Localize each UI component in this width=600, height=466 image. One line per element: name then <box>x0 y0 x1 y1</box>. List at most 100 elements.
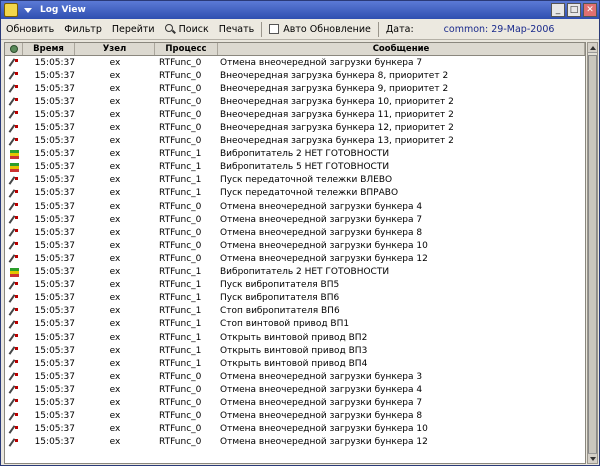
table-row[interactable]: 15:05:37 ex RTFunc_0 Внеочередная загрузка … <box>5 135 585 148</box>
app-icon[interactable] <box>4 3 18 17</box>
message-cell: Отмена внеочередной загрузки бункера 3 <box>220 371 423 382</box>
table-row[interactable]: 15:05:37 ex RTFunc_1 Вибропитатель 2 НЕТ ГО… <box>5 266 585 279</box>
message-cell: Отмена внеочередной загрузки бункера 7 <box>220 397 423 408</box>
table-row[interactable]: 15:05:37 ex RTFunc_0 Внеочередная загрузка … <box>5 82 585 95</box>
print-button[interactable]: Печать <box>214 20 260 39</box>
table-row[interactable]: 15:05:37 ex RTFunc_1 Пуск вибропитателя ВП5 <box>5 279 585 292</box>
node-cell: ex <box>109 280 121 291</box>
table-row[interactable]: 15:05:37 ex RTFunc_1 Стоп вибропитателя ВП6 <box>5 305 585 318</box>
table-row[interactable]: 15:05:37 ex RTFunc_0 Внеочередная загрузка … <box>5 121 585 134</box>
table-row[interactable]: 15:05:37 ex RTFunc_1 Стоп винтовой привод В… <box>5 318 585 331</box>
window-menu-arrow-icon[interactable] <box>24 7 32 13</box>
table-row[interactable]: 15:05:37 ex RTFunc_0 Отмена внеочередной за… <box>5 226 585 239</box>
process-cell: RTFunc_0 <box>159 437 202 448</box>
table-row[interactable]: 15:05:37 ex RTFunc_0 Отмена внеочередной за… <box>5 213 585 226</box>
table-row[interactable]: 15:05:37 ex RTFunc_0 Внеочередная загрузка … <box>5 95 585 108</box>
table-row[interactable]: 15:05:37 ex RTFunc_1 Пуск передаточной теле… <box>5 174 585 187</box>
process-cell: RTFunc_0 <box>159 201 202 212</box>
table-row[interactable]: 15:05:37 ex RTFunc_1 Открыть винтовой приво… <box>5 357 585 370</box>
table-row[interactable]: 15:05:37 ex RTFunc_1 Пуск передаточной теле… <box>5 187 585 200</box>
title-bar: Log View _ □ ✕ <box>1 1 599 19</box>
pen-icon <box>10 202 19 211</box>
scroll-up-button[interactable] <box>588 43 597 53</box>
message-cell: Стоп винтовой привод ВП1 <box>220 319 350 330</box>
node-cell: ex <box>109 306 121 317</box>
message-cell: Открыть винтовой привод ВП2 <box>220 332 368 343</box>
table-row[interactable]: 15:05:37 ex RTFunc_0 Отмена внеочередной за… <box>5 370 585 383</box>
scroll-thumb[interactable] <box>588 55 597 455</box>
table-row[interactable]: 15:05:37 ex RTFunc_1 Вибропитатель 5 НЕТ ГО… <box>5 161 585 174</box>
table-row[interactable]: 15:05:37 ex RTFunc_0 Отмена внеочередной за… <box>5 436 585 449</box>
process-cell: RTFunc_0 <box>159 136 202 147</box>
vertical-scrollbar[interactable] <box>587 42 598 464</box>
table-row[interactable]: 15:05:37 ex RTFunc_0 Отмена внеочередной за… <box>5 239 585 252</box>
message-cell: Вибропитатель 2 НЕТ ГОТОВНОСТИ <box>220 267 390 278</box>
search-button[interactable]: Поиск <box>160 20 214 39</box>
node-cell: ex <box>109 201 121 212</box>
table-row[interactable]: 15:05:37 ex RTFunc_0 Внеочередная загрузка … <box>5 69 585 82</box>
pen-icon <box>10 84 19 93</box>
goto-button[interactable]: Перейти <box>107 20 160 39</box>
message-cell: Открыть винтовой привод ВП3 <box>220 345 368 356</box>
time-column-header[interactable]: Время <box>23 43 75 55</box>
table-row[interactable]: 15:05:37 ex RTFunc_1 Пуск вибропитателя ВП6 <box>5 292 585 305</box>
message-cell: Внеочередная загрузка бункера 9, приорит… <box>220 83 449 94</box>
pen-icon <box>10 425 19 434</box>
process-cell: RTFunc_0 <box>159 96 202 107</box>
table-row[interactable]: 15:05:37 ex RTFunc_0 Отмена внеочередной за… <box>5 396 585 409</box>
table-row[interactable]: 15:05:37 ex RTFunc_0 Отмена внеочередной за… <box>5 410 585 423</box>
message-column-header[interactable]: Сообщение <box>218 43 585 55</box>
time-cell: 15:05:37 <box>34 240 75 251</box>
filter-button[interactable]: Фильтр <box>59 20 107 39</box>
node-cell: ex <box>109 397 121 408</box>
pen-icon <box>10 124 19 133</box>
row-icon-cell <box>5 267 23 277</box>
message-cell: Внеочередная загрузка бункера 8, приорит… <box>220 70 449 81</box>
table-row[interactable]: 15:05:37 ex RTFunc_0 Отмена внеочередной за… <box>5 252 585 265</box>
process-column-header[interactable]: Процесс <box>155 43 218 55</box>
time-cell: 15:05:37 <box>34 437 75 448</box>
table-row[interactable]: 15:05:37 ex RTFunc_1 Открыть винтовой приво… <box>5 344 585 357</box>
table-header: Время Узел Процесс Сообщение <box>5 43 585 56</box>
message-cell: Отмена внеочередной загрузки бункера 10 <box>220 240 428 251</box>
table-row[interactable]: 15:05:37 ex RTFunc_0 Отмена внеочередной за… <box>5 383 585 396</box>
time-cell: 15:05:37 <box>34 411 75 422</box>
process-cell: RTFunc_0 <box>159 424 202 435</box>
message-cell: Отмена внеочередной загрузки бункера 12 <box>220 253 428 264</box>
node-cell: ex <box>109 162 121 173</box>
node-cell: ex <box>109 293 121 304</box>
table-row[interactable]: 15:05:37 ex RTFunc_0 Отмена внеочередной за… <box>5 56 585 69</box>
row-icon-cell <box>5 385 23 394</box>
settings-column-header[interactable] <box>5 43 23 55</box>
date-value[interactable]: common: 29-Мар-2006 <box>439 20 560 39</box>
scroll-down-button[interactable] <box>588 453 597 463</box>
row-icon-cell <box>5 333 23 342</box>
table-row[interactable]: 15:05:37 ex RTFunc_1 Открыть винтовой приво… <box>5 331 585 344</box>
pen-icon <box>10 359 19 368</box>
minimize-button[interactable]: _ <box>551 3 565 17</box>
maximize-button[interactable]: □ <box>567 3 581 17</box>
pen-icon <box>10 137 19 146</box>
time-cell: 15:05:37 <box>34 332 75 343</box>
arrow-down-icon <box>589 456 596 461</box>
refresh-button[interactable]: Обновить <box>1 20 59 39</box>
table-row[interactable]: 15:05:37 ex RTFunc_1 Вибропитатель 2 НЕТ ГО… <box>5 148 585 161</box>
row-icon-cell <box>5 359 23 368</box>
row-icon-cell <box>5 241 23 250</box>
search-button-label: Поиск <box>178 23 209 35</box>
pen-icon <box>10 254 19 263</box>
auto-refresh-checkbox[interactable] <box>269 24 280 34</box>
close-button[interactable]: ✕ <box>583 3 597 17</box>
table-row[interactable]: 15:05:37 ex RTFunc_0 Отмена внеочередной за… <box>5 423 585 436</box>
node-column-header[interactable]: Узел <box>75 43 155 55</box>
process-cell: RTFunc_0 <box>159 70 202 81</box>
table-row[interactable]: 15:05:37 ex RTFunc_0 Отмена внеочередной за… <box>5 200 585 213</box>
pen-icon <box>10 385 19 394</box>
time-cell: 15:05:37 <box>34 214 75 225</box>
auto-refresh-toggle[interactable]: Авто Обновление <box>264 20 376 39</box>
node-cell: ex <box>109 437 121 448</box>
table-row[interactable]: 15:05:37 ex RTFunc_0 Внеочередная загрузка … <box>5 108 585 121</box>
row-icon-cell <box>5 215 23 224</box>
message-cell: Отмена внеочередной загрузки бункера 12 <box>220 437 428 448</box>
node-cell: ex <box>109 253 121 264</box>
